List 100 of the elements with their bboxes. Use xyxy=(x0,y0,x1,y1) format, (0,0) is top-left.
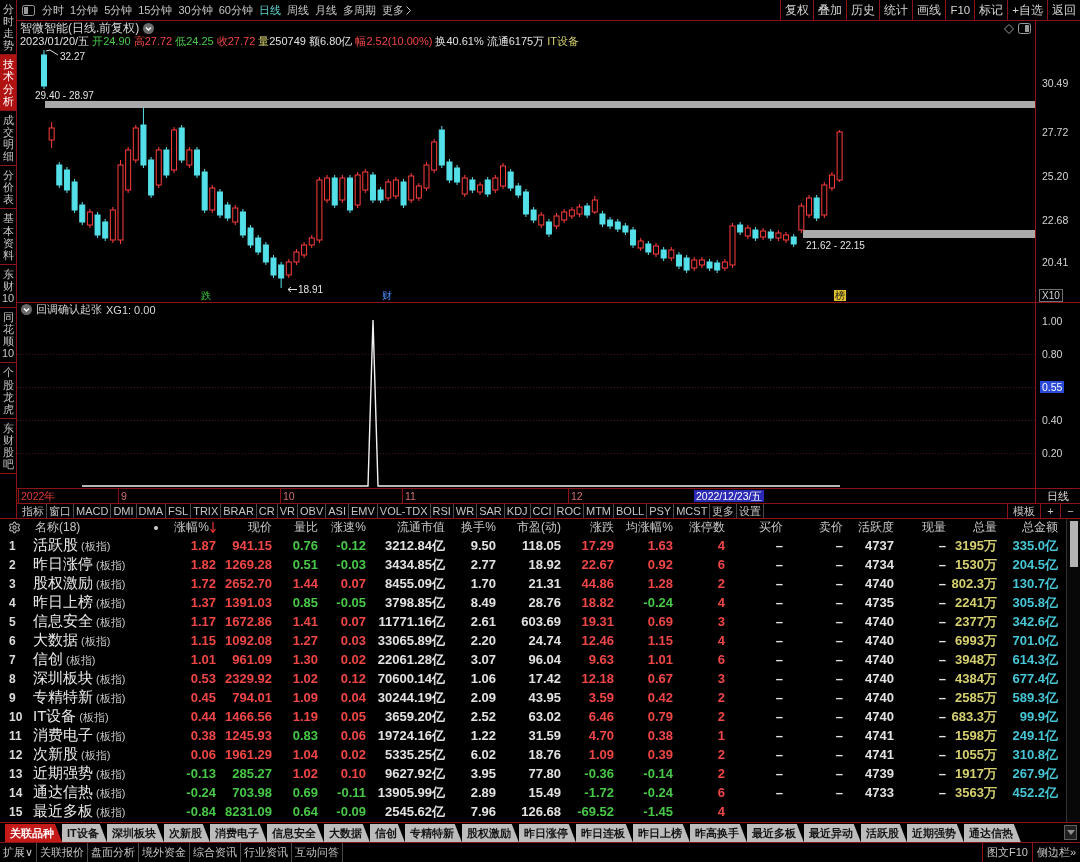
indicator-tab[interactable]: RSI xyxy=(430,504,454,518)
sector-name[interactable]: 大数据 xyxy=(33,631,78,650)
indicator-tab[interactable]: TRIX xyxy=(191,504,222,518)
related-tab[interactable]: 大数据 xyxy=(323,824,370,842)
indicator-tab[interactable]: 设置 xyxy=(737,504,765,518)
sector-name[interactable]: 股权激励 xyxy=(33,574,93,593)
related-tab[interactable]: 股权激励 xyxy=(461,824,519,842)
related-tab[interactable]: 近期强势 xyxy=(906,824,964,842)
period-tab[interactable]: 5分钟 xyxy=(101,0,136,20)
column-header[interactable]: 名称(18) xyxy=(30,519,160,536)
column-header[interactable]: 涨幅% xyxy=(160,519,218,536)
column-header[interactable]: 涨停数 xyxy=(675,519,727,536)
indicator-tab[interactable]: CCI xyxy=(530,504,555,518)
indicator-tab[interactable]: WR xyxy=(453,504,478,518)
related-tab[interactable]: 信创 xyxy=(369,824,405,842)
column-header[interactable]: 量比 xyxy=(274,519,320,536)
period-tab[interactable]: 周线 xyxy=(284,0,312,20)
period-tab[interactable]: 60分钟 xyxy=(215,0,256,20)
remove-button[interactable]: − xyxy=(1060,504,1080,518)
related-tab[interactable]: 最近异动 xyxy=(803,824,861,842)
sector-name[interactable]: 通达信热 xyxy=(33,783,93,802)
status-button[interactable]: 图文F10 xyxy=(981,843,1032,862)
indicator-tab[interactable]: MACD xyxy=(74,504,112,518)
related-tab[interactable]: 昨高换手 xyxy=(689,824,747,842)
template-button[interactable]: 模板 xyxy=(1007,504,1040,518)
add-button[interactable]: + xyxy=(1040,504,1060,518)
scale-label[interactable]: X10 xyxy=(1039,289,1063,302)
related-tab[interactable]: 专精特新 xyxy=(404,824,462,842)
event-marker[interactable]: 榜 xyxy=(834,290,846,301)
period-tab[interactable]: 更多 xyxy=(379,0,414,20)
indicator-tab[interactable]: 指标 xyxy=(20,504,47,518)
event-marker[interactable]: 跌 xyxy=(200,290,212,301)
related-tab[interactable]: 消费电子 xyxy=(209,824,267,842)
related-tab[interactable]: 关联品种 xyxy=(5,824,62,842)
related-tab[interactable]: 昨日涨停 xyxy=(518,824,576,842)
status-button[interactable]: 行业资讯 xyxy=(241,843,293,862)
sector-name[interactable]: 活跃股 xyxy=(33,536,78,555)
related-tab[interactable]: 活跃股 xyxy=(860,824,907,842)
status-button[interactable]: 关联报价 xyxy=(37,843,89,862)
indicator-tab[interactable]: ROC xyxy=(554,504,584,518)
column-header[interactable]: 均涨幅% xyxy=(616,519,675,536)
toolbar-button[interactable]: F10 xyxy=(945,0,975,20)
period-tab[interactable]: 15分钟 xyxy=(135,0,176,20)
indicator-tab[interactable]: KDJ xyxy=(504,504,531,518)
period-tab[interactable]: 日线 xyxy=(256,0,284,20)
sector-name[interactable]: 专精特新 xyxy=(33,688,93,707)
related-tab[interactable]: 最近多板 xyxy=(746,824,804,842)
status-button[interactable]: 侧边栏» xyxy=(1031,843,1080,862)
sector-name[interactable]: 昨日涨停 xyxy=(33,555,93,574)
panel-icon[interactable] xyxy=(1018,23,1031,34)
indicator-tab[interactable]: BOLL xyxy=(614,504,648,518)
related-tab[interactable]: 通达信热 xyxy=(963,824,1021,842)
indicator-tab[interactable]: ASI xyxy=(326,504,349,518)
indicator-tab[interactable]: SAR xyxy=(477,504,505,518)
sector-name[interactable]: 深圳板块 xyxy=(33,669,93,688)
status-button[interactable]: 扩展∨ xyxy=(0,843,38,862)
sector-name[interactable]: 昨日上榜 xyxy=(33,593,93,612)
period-tab[interactable]: 多周期 xyxy=(340,0,379,20)
column-header[interactable]: 换手% xyxy=(447,519,498,536)
panel-icon[interactable] xyxy=(22,4,35,16)
indicator-tab[interactable]: DMI xyxy=(111,504,137,518)
indicator-tab[interactable]: VR xyxy=(277,504,298,518)
indicator-tab[interactable]: VOL-TDX xyxy=(377,504,431,518)
sidebar-tab[interactable]: 技术分析 xyxy=(0,55,16,111)
event-marker[interactable]: 财 xyxy=(381,290,393,301)
column-header[interactable]: 买价 xyxy=(727,519,785,536)
toolbar-button[interactable]: 叠加 xyxy=(813,0,847,20)
indicator-tab[interactable]: OBV xyxy=(298,504,327,518)
indicator-tab[interactable]: FSL xyxy=(166,504,192,518)
sector-name[interactable]: IT设备 xyxy=(33,707,77,726)
period-tab[interactable]: 1分钟 xyxy=(67,0,102,20)
indicator-tab[interactable]: BRAR xyxy=(221,504,257,518)
settings-icon[interactable] xyxy=(8,521,21,534)
sector-name[interactable]: 消费电子 xyxy=(33,726,93,745)
tabs-menu-button[interactable] xyxy=(1064,825,1077,840)
sector-name[interactable]: 最近多板 xyxy=(33,802,93,821)
related-tab[interactable]: 次新股 xyxy=(163,824,210,842)
column-header[interactable]: 流通市值 xyxy=(368,519,447,536)
indicator-tab[interactable]: DMA xyxy=(136,504,166,518)
status-button[interactable]: 互动问答 xyxy=(292,843,344,862)
column-header[interactable]: 涨速% xyxy=(320,519,368,536)
period-tab[interactable]: 月线 xyxy=(312,0,340,20)
column-header[interactable]: 涨跌 xyxy=(563,519,616,536)
scrollbar[interactable] xyxy=(1066,519,1080,822)
column-header[interactable]: 市盈(动) xyxy=(498,519,563,536)
indicator-tab[interactable]: MTM xyxy=(584,504,615,518)
toolbar-button[interactable]: +自选 xyxy=(1007,0,1047,20)
status-button[interactable]: 境外资金 xyxy=(139,843,191,862)
related-tab[interactable]: 深圳板块 xyxy=(106,824,164,842)
indicator-tab[interactable]: 窗口 xyxy=(47,504,74,518)
column-header[interactable]: 活跃度 xyxy=(845,519,896,536)
toolbar-button[interactable]: 画线 xyxy=(912,0,946,20)
column-header[interactable]: 总量 xyxy=(948,519,999,536)
toolbar-button[interactable]: 历史 xyxy=(846,0,880,20)
indicator-tab[interactable]: 更多 xyxy=(710,504,738,518)
column-header[interactable]: 总金额 xyxy=(999,519,1060,536)
indicator-tab[interactable]: EMV xyxy=(348,504,378,518)
toolbar-button[interactable]: 复权 xyxy=(780,0,814,20)
related-tab[interactable]: 信息安全 xyxy=(266,824,324,842)
toolbar-button[interactable]: 统计 xyxy=(879,0,913,20)
